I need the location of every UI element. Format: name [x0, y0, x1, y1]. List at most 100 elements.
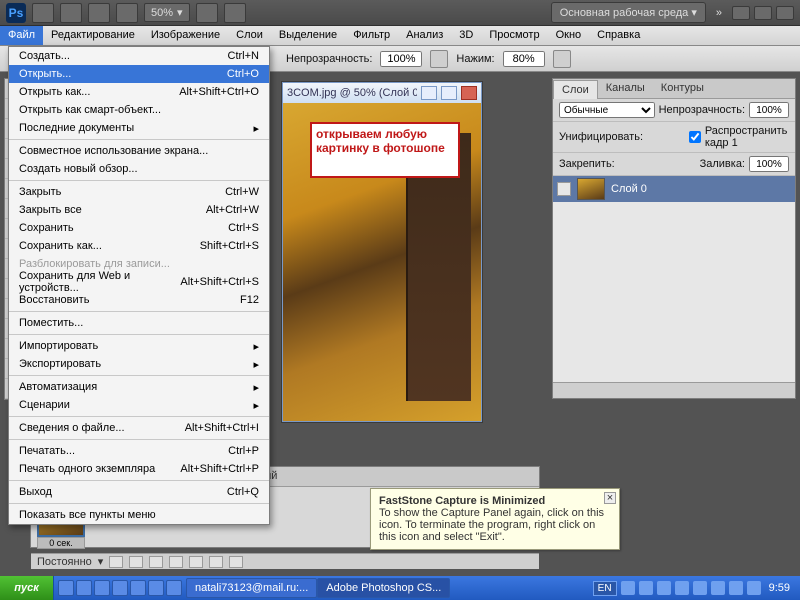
titlebar-button[interactable]: [196, 3, 218, 23]
opacity-input[interactable]: [380, 51, 422, 67]
tooltip-close-button[interactable]: ×: [604, 492, 616, 504]
menu-item[interactable]: Сохранить как...Shift+Ctrl+S: [9, 237, 269, 255]
quick-launch-icon[interactable]: [76, 580, 92, 596]
quick-launch-icon[interactable]: [166, 580, 182, 596]
layer-name[interactable]: Слой 0: [611, 183, 647, 195]
menu-item[interactable]: Показать все пункты меню: [9, 506, 269, 524]
menu-3d[interactable]: 3D: [451, 26, 481, 45]
menu-просмотр[interactable]: Просмотр: [481, 26, 547, 45]
tray-icon[interactable]: [693, 581, 707, 595]
lock-position-icon[interactable]: [637, 157, 651, 171]
layer-opacity-input[interactable]: [749, 102, 789, 118]
lock-pixels-icon[interactable]: [619, 157, 633, 171]
delete-frame-button[interactable]: [229, 556, 243, 568]
quick-launch-icon[interactable]: [58, 580, 74, 596]
tray-icon[interactable]: [675, 581, 689, 595]
start-button[interactable]: пуск: [0, 576, 54, 600]
titlebar-button[interactable]: [224, 3, 246, 23]
menu-item[interactable]: Импортировать▸: [9, 337, 269, 355]
quick-launch-icon[interactable]: [94, 580, 110, 596]
lock-all-icon[interactable]: [655, 157, 669, 171]
workspace-switcher[interactable]: Основная рабочая среда ▾: [551, 2, 706, 23]
taskbar-item[interactable]: natali73123@mail.ru:...: [186, 578, 317, 598]
menu-редактирование[interactable]: Редактирование: [43, 26, 143, 45]
tray-icon[interactable]: [729, 581, 743, 595]
unify-icon[interactable]: [675, 130, 685, 144]
document-titlebar[interactable]: 3COM.jpg @ 50% (Слой 0, RG...: [283, 83, 481, 103]
loop-mode[interactable]: Постоянно: [37, 556, 92, 568]
tray-icon[interactable]: [747, 581, 761, 595]
language-indicator[interactable]: EN: [593, 581, 617, 596]
window-restore-button[interactable]: [754, 6, 772, 20]
menu-item[interactable]: Совместное использование экрана...: [9, 142, 269, 160]
taskbar-clock[interactable]: 9:59: [765, 582, 794, 594]
menu-item[interactable]: Печать одного экземпляраAlt+Shift+Ctrl+P: [9, 460, 269, 478]
menu-окно[interactable]: Окно: [548, 26, 590, 45]
fill-input[interactable]: [749, 156, 789, 172]
menu-item[interactable]: Открыть как...Alt+Shift+Ctrl+O: [9, 83, 269, 101]
propagate-checkbox[interactable]: [689, 129, 701, 145]
blend-mode-select[interactable]: Обычные: [559, 102, 655, 118]
menu-item[interactable]: Закрыть всеAlt+Ctrl+W: [9, 201, 269, 219]
menu-item[interactable]: Печатать...Ctrl+P: [9, 442, 269, 460]
tray-icon[interactable]: [711, 581, 725, 595]
window-minimize-button[interactable]: [732, 6, 750, 20]
menu-item[interactable]: Открыть как смарт-объект...: [9, 101, 269, 119]
titlebar-button[interactable]: [60, 3, 82, 23]
unify-icon[interactable]: [647, 130, 657, 144]
menu-item[interactable]: Автоматизация▸: [9, 378, 269, 396]
quick-launch-icon[interactable]: [148, 580, 164, 596]
tray-icon[interactable]: [639, 581, 653, 595]
unify-icon[interactable]: [661, 130, 671, 144]
menu-слои[interactable]: Слои: [228, 26, 271, 45]
visibility-eye-icon[interactable]: [557, 182, 571, 196]
taskbar-item[interactable]: Adobe Photoshop CS...: [317, 578, 450, 598]
expand-icon[interactable]: »: [712, 7, 726, 19]
window-close-button[interactable]: [776, 6, 794, 20]
doc-maximize-button[interactable]: [441, 86, 457, 100]
menu-изображение[interactable]: Изображение: [143, 26, 228, 45]
menu-item[interactable]: Последние документы▸: [9, 119, 269, 137]
tray-icon[interactable]: [657, 581, 671, 595]
menu-справка[interactable]: Справка: [589, 26, 648, 45]
prev-frame-button[interactable]: [129, 556, 143, 568]
menu-фильтр[interactable]: Фильтр: [345, 26, 398, 45]
menu-item[interactable]: Открыть...Ctrl+O: [9, 65, 269, 83]
new-frame-button[interactable]: [209, 556, 223, 568]
doc-close-button[interactable]: [461, 86, 477, 100]
tab-layers[interactable]: Слои: [553, 80, 598, 99]
zoom-level-dropdown[interactable]: 50%▾: [144, 3, 190, 22]
doc-minimize-button[interactable]: [421, 86, 437, 100]
quick-launch-icon[interactable]: [130, 580, 146, 596]
menu-файл[interactable]: Файл: [0, 26, 43, 45]
flow-input[interactable]: [503, 51, 545, 67]
tween-button[interactable]: [189, 556, 203, 568]
quick-launch-icon[interactable]: [112, 580, 128, 596]
menu-item[interactable]: ВыходCtrl+Q: [9, 483, 269, 501]
tab-channels[interactable]: Каналы: [598, 79, 653, 98]
layer-row[interactable]: Слой 0: [553, 176, 795, 202]
layer-thumbnail[interactable]: [577, 178, 605, 200]
menu-анализ[interactable]: Анализ: [398, 26, 451, 45]
menu-item[interactable]: Сведения о файле...Alt+Shift+Ctrl+I: [9, 419, 269, 437]
first-frame-button[interactable]: [109, 556, 123, 568]
menu-item[interactable]: Создать...Ctrl+N: [9, 47, 269, 65]
menu-item[interactable]: Экспортировать▸: [9, 355, 269, 373]
menu-item[interactable]: Создать новый обзор...: [9, 160, 269, 178]
flow-icon[interactable]: [430, 50, 448, 68]
menu-выделение[interactable]: Выделение: [271, 26, 345, 45]
tray-icon[interactable]: [621, 581, 635, 595]
frame-delay[interactable]: 0 сек.: [37, 537, 85, 549]
menu-item[interactable]: СохранитьCtrl+S: [9, 219, 269, 237]
menu-item[interactable]: Поместить...: [9, 314, 269, 332]
airbrush-icon[interactable]: [553, 50, 571, 68]
menu-item[interactable]: Сценарии▸: [9, 396, 269, 414]
menu-item[interactable]: Сохранить для Web и устройств...Alt+Shif…: [9, 273, 269, 291]
next-frame-button[interactable]: [169, 556, 183, 568]
titlebar-button[interactable]: [116, 3, 138, 23]
titlebar-button[interactable]: [88, 3, 110, 23]
play-button[interactable]: [149, 556, 163, 568]
tab-paths[interactable]: Контуры: [653, 79, 712, 98]
menu-item[interactable]: ЗакрытьCtrl+W: [9, 183, 269, 201]
titlebar-button[interactable]: [32, 3, 54, 23]
